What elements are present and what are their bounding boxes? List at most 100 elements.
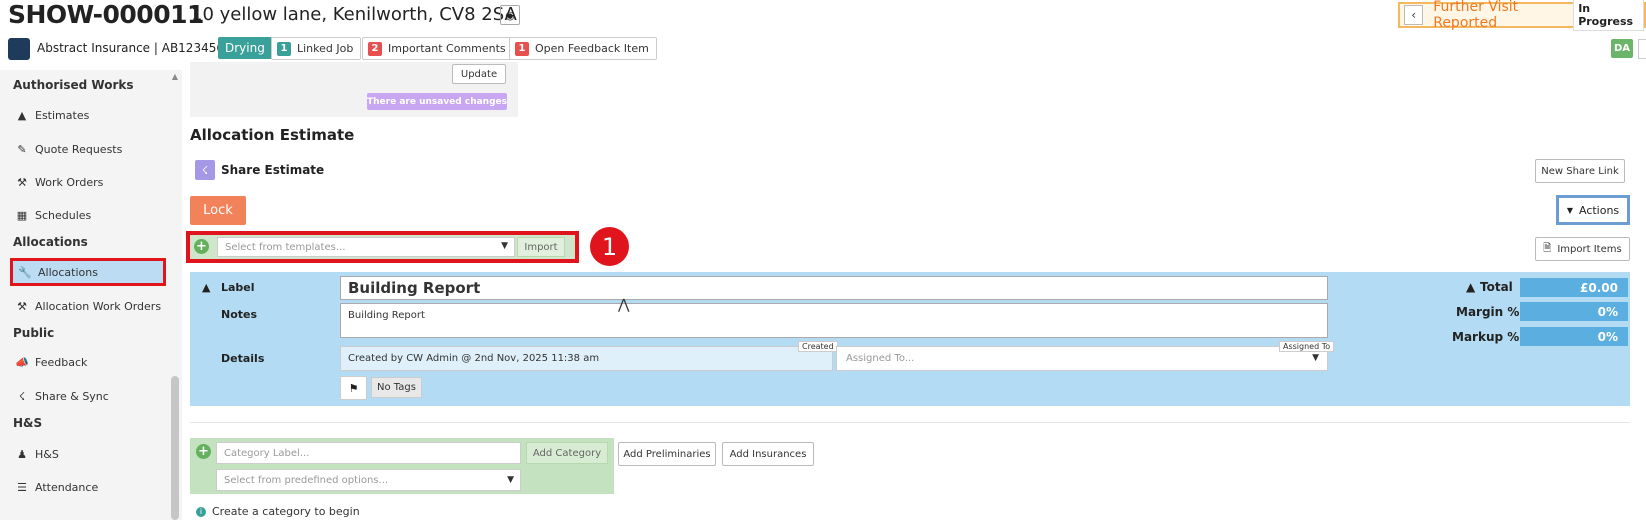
sidebar-item-estimates[interactable]: ▲ Estimates [10, 103, 166, 127]
total-caret-icon[interactable]: ▲ [1466, 280, 1475, 294]
markup-label: Markup % [1452, 330, 1520, 344]
markup-value[interactable]: 0% [1520, 327, 1628, 346]
chevron-left-icon: ‹ [1411, 8, 1417, 22]
sidebar-scroll-thumb[interactable] [171, 376, 179, 520]
brush-icon: ✎ [17, 142, 27, 156]
predefined-options-select[interactable]: Select from predefined options... ▼ [216, 469, 521, 491]
caret-down-icon: ▼ [1566, 205, 1573, 215]
unsaved-changes-badge: There are unsaved changes [367, 93, 507, 110]
assigned-tag: Assigned To [1279, 341, 1335, 352]
text-cursor-icon: ⋀ [618, 297, 630, 313]
total-value: £0.00 [1520, 278, 1628, 297]
sidebar-item-feedback[interactable]: 📣 Feedback [10, 350, 166, 374]
sidebar-item-label: Allocations [38, 265, 98, 279]
important-comments-chip[interactable]: 2 Important Comments [362, 37, 514, 60]
label-input[interactable]: Building Report [340, 276, 1328, 300]
sidebar-item-attendance[interactable]: ☰ Attendance [10, 475, 166, 499]
chip-label: Open Feedback Item [535, 42, 649, 55]
import-button[interactable]: Import [517, 237, 565, 257]
scroll-up-arrow-icon[interactable]: ▲ [170, 72, 180, 82]
add-preliminaries-button[interactable]: Add Preliminaries [618, 442, 716, 466]
no-tags-label: No Tags [371, 377, 422, 398]
caret-down-icon: ▼ [507, 475, 514, 485]
template-select[interactable]: Select from templates... ▼ [217, 237, 515, 257]
calendar-icon: ▦ [16, 208, 28, 222]
job-id: SHOW-000011 [8, 0, 204, 29]
page-title: Allocation Estimate [190, 126, 355, 144]
add-insurances-button[interactable]: Add Insurances [722, 442, 814, 466]
chip-count: 2 [368, 41, 382, 56]
actions-label: Actions [1578, 203, 1620, 217]
add-category-button[interactable]: Add Category [526, 442, 608, 464]
category-label-input[interactable]: Category Label... [216, 442, 521, 464]
chip-count: 1 [277, 41, 291, 56]
assigned-to-select[interactable]: Assigned To... ▼ [836, 346, 1328, 371]
template-placeholder: Select from templates... [225, 241, 346, 253]
user-menu-edge[interactable] [1638, 39, 1646, 59]
total-label: Total [1480, 280, 1513, 294]
drying-tag[interactable]: Drying [218, 37, 272, 59]
tag-button[interactable]: ⚑ [340, 376, 367, 400]
new-share-link-button[interactable]: New Share Link [1535, 159, 1625, 183]
update-button[interactable]: Update [452, 64, 506, 84]
notes-input[interactable]: Building Report [340, 303, 1328, 338]
margin-label: Margin % [1456, 305, 1520, 319]
sidebar-section-authorised-works: Authorised Works [13, 78, 134, 92]
lock-button[interactable]: Lock [190, 196, 246, 225]
sidebar-item-label: Attendance [35, 480, 99, 494]
details-key: Details [221, 352, 265, 365]
assigned-placeholder: Assigned To... [846, 353, 915, 364]
sidebar-item-label: H&S [35, 447, 59, 461]
sidebar-item-allocations[interactable]: 🔧 Allocations [10, 258, 166, 286]
collapse-caret-icon[interactable]: ▲ [202, 281, 210, 294]
divider [190, 422, 1630, 423]
actions-button[interactable]: ▼ Actions [1556, 195, 1630, 225]
wrench-icon: 🔧 [18, 265, 32, 279]
person-icon: ♟ [17, 447, 27, 461]
sidebar-item-quote-requests[interactable]: ✎ Quote Requests [10, 137, 166, 161]
status-text: Further Visit Reported [1433, 0, 1519, 31]
document-icon: 🗎 [1543, 242, 1552, 254]
sidebar-section-allocations: Allocations [13, 235, 88, 249]
sidebar-item-hs[interactable]: ♟ H&S [10, 442, 166, 466]
megaphone-icon: 📣 [15, 355, 29, 369]
hardhat-icon: ▲ [17, 108, 27, 122]
sidebar-item-allocation-work-orders[interactable]: ⚒ Allocation Work Orders [10, 294, 166, 318]
plus-icon: + [196, 444, 211, 459]
sidebar-item-label: Share & Sync [35, 389, 109, 403]
chip-label: Linked Job [297, 42, 354, 55]
header: SHOW-000011 10 yellow lane, Kenilworth, … [0, 0, 1646, 64]
open-feedback-chip[interactable]: 1 Open Feedback Item [509, 37, 657, 60]
sidebar-item-schedules[interactable]: ▦ Schedules [10, 203, 166, 227]
sidebar-item-label: Allocation Work Orders [35, 299, 162, 313]
created-info: Created by CW Admin @ 2nd Nov, 2025 11:3… [340, 346, 833, 371]
sidebar-section-hs: H&S [13, 416, 43, 430]
client-label: Abstract Insurance | AB123456 [37, 41, 224, 55]
sidebar-item-work-orders[interactable]: ⚒ Work Orders [10, 170, 166, 194]
user-avatar[interactable]: DA [1611, 39, 1633, 58]
notes-key: Notes [221, 308, 258, 321]
share-icon[interactable]: ☇ [195, 160, 215, 180]
status-badge: In Progress [1573, 0, 1645, 31]
sidebar-item-label: Feedback [35, 355, 88, 369]
hint-text: Create a category to begin [212, 505, 360, 518]
tag-icon: ⚑ [348, 381, 359, 395]
share-estimate-label: Share Estimate [221, 163, 325, 177]
template-import-row: + Select from templates... ▼ Import [186, 231, 579, 263]
margin-value[interactable]: 0% [1520, 302, 1628, 321]
map-pin-button[interactable]: ◉ [500, 5, 520, 25]
chip-label: Important Comments [388, 42, 506, 55]
linked-job-chip[interactable]: 1 Linked Job [271, 37, 362, 60]
caret-down-icon: ▼ [1312, 353, 1319, 363]
predefined-placeholder: Select from predefined options... [224, 474, 389, 486]
step-number-badge: 1 [590, 227, 629, 266]
plus-icon: + [194, 239, 209, 254]
client-logo [8, 38, 30, 60]
info-icon: i [196, 506, 206, 517]
import-items-button[interactable]: 🗎 Import Items [1535, 237, 1630, 261]
created-tag: Created [798, 341, 838, 352]
status-back-button[interactable]: ‹ [1404, 5, 1424, 25]
sidebar-item-label: Estimates [35, 108, 90, 122]
sidebar-item-label: Schedules [35, 208, 92, 222]
sidebar-item-share-sync[interactable]: ☇ Share & Sync [10, 384, 166, 408]
